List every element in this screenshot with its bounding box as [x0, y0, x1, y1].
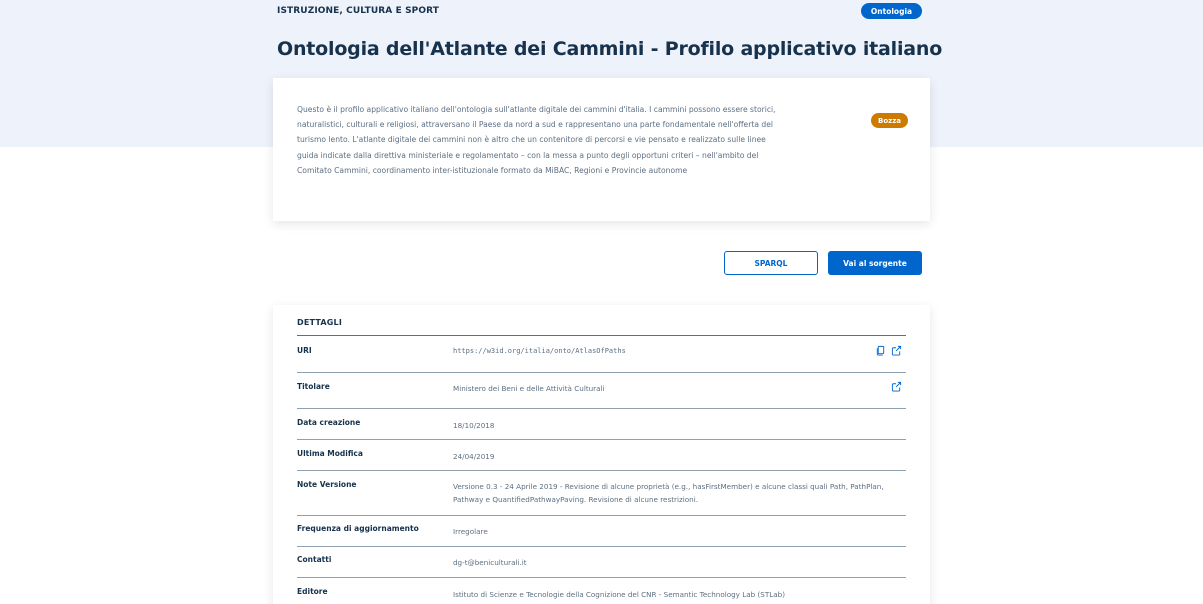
details-card: DETTAGLI URI https://w3id.org/italia/ont…: [273, 305, 930, 604]
detail-label: Editore: [297, 587, 328, 596]
sparql-button[interactable]: SPARQL: [724, 251, 818, 275]
detail-value[interactable]: https://w3id.org/italia/onto/AtlasOfPath…: [453, 345, 903, 358]
category-label: ISTRUZIONE, CULTURA E SPORT: [277, 6, 439, 16]
detail-label: Titolare: [297, 382, 330, 391]
detail-label: Data creazione: [297, 418, 361, 427]
detail-label: URI: [297, 346, 312, 355]
detail-row-publisher: Editore Istituto di Scienze e Tecnologie…: [297, 578, 906, 604]
type-badge: Ontologia: [861, 3, 922, 19]
detail-row-version-notes: Note Versione Versione 0.3 - 24 Aprile 2…: [297, 471, 906, 516]
description-text: Questo è il profilo applicativo italiano…: [297, 105, 776, 175]
detail-label: Frequenza di aggiornamento: [297, 524, 419, 533]
external-link-icon[interactable]: [891, 345, 902, 356]
detail-value: Versione 0.3 - 24 Aprile 2019 - Revision…: [453, 482, 884, 504]
external-link-icon[interactable]: [891, 381, 902, 392]
detail-value: 24/04/2019: [453, 452, 495, 461]
page-title: Ontologia dell'Atlante dei Cammini - Pro…: [277, 38, 943, 60]
detail-value: 18/10/2018: [453, 421, 495, 430]
detail-row-last-modified: Ultima Modifica 24/04/2019: [297, 440, 906, 471]
copy-icon[interactable]: [875, 345, 886, 356]
detail-value: Ministero dei Beni e delle Attività Cult…: [453, 384, 605, 393]
status-badge: Bozza: [871, 113, 908, 128]
details-title: DETTAGLI: [297, 318, 343, 327]
detail-value: Irregolare: [453, 527, 488, 536]
description-card: Questo è il profilo applicativo italiano…: [273, 78, 930, 221]
detail-row-uri: URI https://w3id.org/italia/onto/AtlasOf…: [297, 336, 906, 373]
detail-label: Contatti: [297, 555, 332, 564]
detail-row-creation-date: Data creazione 18/10/2018: [297, 409, 906, 440]
detail-row-owner: Titolare Ministero dei Beni e delle Atti…: [297, 373, 906, 409]
go-to-source-button[interactable]: Vai al sorgente: [828, 251, 922, 275]
detail-row-update-frequency: Frequenza di aggiornamento Irregolare: [297, 516, 906, 547]
detail-value: Istituto di Scienze e Tecnologie della C…: [453, 590, 785, 599]
detail-label: Note Versione: [297, 480, 357, 489]
detail-label: Ultima Modifica: [297, 449, 363, 458]
detail-row-contacts: Contatti dg-t@beniculturali.it: [297, 547, 906, 578]
detail-value[interactable]: dg-t@beniculturali.it: [453, 556, 903, 569]
